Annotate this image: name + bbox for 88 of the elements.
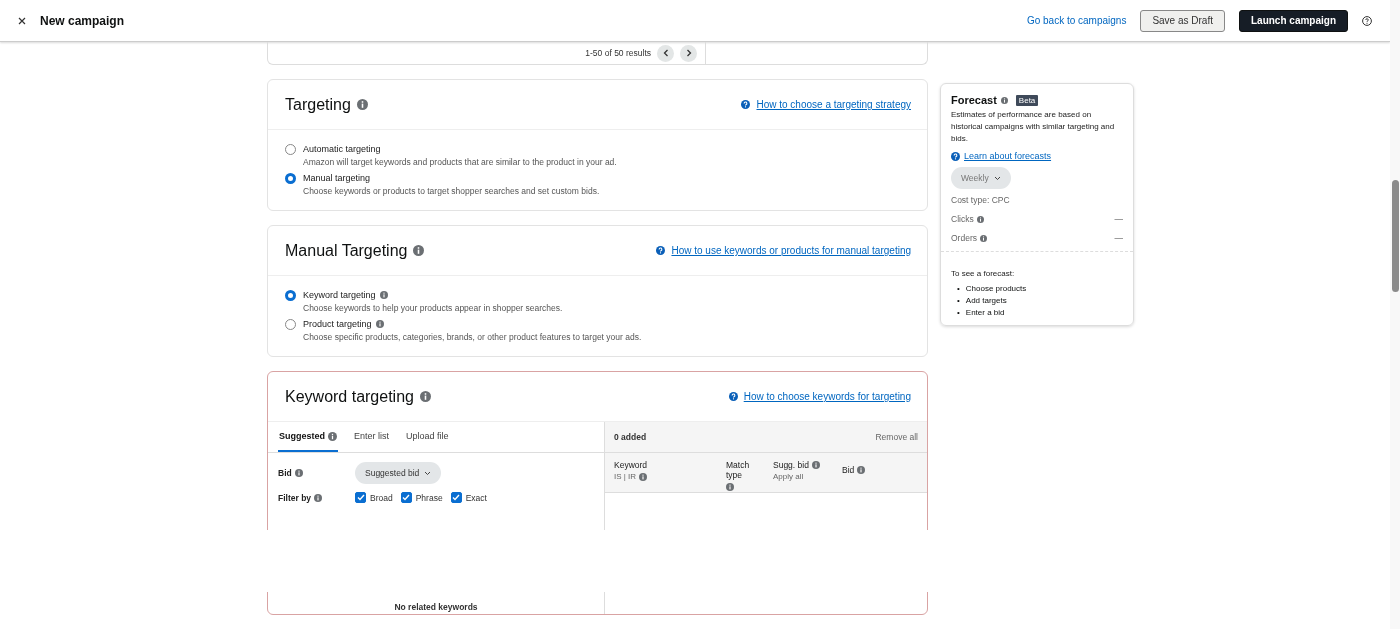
info-icon <box>413 245 425 256</box>
info-icon <box>639 472 648 481</box>
info-icon <box>375 320 384 328</box>
checkbox[interactable] <box>355 492 366 503</box>
info-icon <box>294 469 303 477</box>
info-icon <box>811 461 820 469</box>
back-link[interactable]: Go back to campaigns <box>1026 15 1127 26</box>
chevron-right-icon <box>685 49 692 57</box>
save-draft-button[interactable]: Save as Draft <box>1140 9 1225 32</box>
forecast-hint: To see a forecast: <box>951 269 1015 278</box>
column-subtitle: Apply all <box>773 472 805 481</box>
forecast-step: Enter a bid <box>965 307 1005 319</box>
launch-button[interactable]: Launch campaign <box>1239 9 1348 32</box>
checkbox-label: Phrase <box>415 492 443 503</box>
column-header: Match type <box>726 460 766 491</box>
tab[interactable]: Upload file <box>405 422 450 452</box>
scrollbar[interactable] <box>1390 0 1400 629</box>
radio-button[interactable] <box>285 319 296 330</box>
help-icon[interactable] <box>1362 15 1372 26</box>
empty-message: No related keywords <box>394 602 478 612</box>
info-icon <box>419 391 431 402</box>
remove-all-link[interactable]: Remove all <box>875 432 918 442</box>
info-icon <box>976 215 984 223</box>
section-title: Targeting <box>285 95 351 114</box>
metric-label: Orders <box>951 233 987 243</box>
column-header: Bid <box>842 465 918 475</box>
help-link[interactable]: How to choose a targeting strategy <box>756 99 911 110</box>
radio-button[interactable] <box>285 290 296 301</box>
period-dropdown[interactable]: Weekly <box>951 167 1011 189</box>
radio-button[interactable] <box>285 173 296 184</box>
metric-label: Clicks <box>951 214 984 224</box>
info-icon <box>1000 96 1008 104</box>
section-title: Keyword targeting <box>285 387 414 406</box>
option-label: Product targeting <box>303 319 372 329</box>
option-description: Choose keywords to help your products appear in shopper searches. <box>303 303 564 313</box>
bullet-marker: • <box>957 307 960 319</box>
bullet-marker: • <box>957 295 960 307</box>
tab[interactable]: Enter list <box>353 422 391 452</box>
option-description: Choose specific products, categories, brands, or other product features to target your ads. <box>303 332 643 342</box>
bid-label: Bid <box>278 468 355 478</box>
info-icon <box>980 234 987 242</box>
info-icon <box>356 99 368 110</box>
option-description: Choose keywords or products to target shopper searches and set custom bids. <box>303 186 601 196</box>
page-title: New campaign <box>40 13 125 28</box>
caret-icon <box>424 470 432 476</box>
close-icon[interactable] <box>18 16 26 25</box>
bullet-marker: • <box>957 283 960 295</box>
beta-badge: Beta <box>1015 94 1039 106</box>
added-count: 0 added <box>614 432 647 442</box>
info-icon <box>379 291 388 299</box>
info-icon <box>857 466 866 474</box>
tab[interactable]: Suggested <box>278 422 338 452</box>
help-link[interactable]: How to use keywords or products for manual targeting <box>671 245 911 256</box>
section-title: Manual Targeting <box>285 241 408 260</box>
radio-button[interactable] <box>285 144 296 155</box>
column-subtitle: IS | IR <box>614 472 726 481</box>
checkbox-label: Exact <box>465 492 487 503</box>
checkbox-label: Broad <box>370 492 393 503</box>
previous-page-button[interactable] <box>657 44 674 62</box>
help-icon <box>741 100 751 109</box>
forecast-description: Estimates of performance are based on historical campaigns with similar targeting and bids. <box>951 109 1116 145</box>
forecast-step: Choose products <box>965 283 1027 295</box>
help-icon <box>951 151 960 161</box>
column-header: Keyword <box>614 460 649 470</box>
option-description: Amazon will target keywords and products that are similar to the product in your ad. <box>303 157 618 167</box>
next-page-button[interactable] <box>680 44 697 62</box>
info-icon <box>328 431 337 441</box>
caret-icon <box>993 175 1001 181</box>
option-label: Automatic targeting <box>303 144 381 154</box>
option-label: Keyword targeting <box>303 290 376 300</box>
bid-dropdown[interactable]: Suggested bid <box>355 462 442 484</box>
chevron-left-icon <box>662 49 669 57</box>
forecast-link[interactable]: Learn about forecasts <box>964 151 1052 161</box>
checkbox[interactable] <box>400 492 412 503</box>
info-icon <box>314 493 323 502</box>
metric-value: — <box>1114 233 1123 243</box>
option-label: Manual targeting <box>303 173 371 183</box>
forecast-title: Forecast <box>951 94 997 106</box>
help-link[interactable]: How to choose keywords for targeting <box>743 391 911 402</box>
forecast-step: Add targets <box>965 295 1007 307</box>
help-icon <box>728 392 738 401</box>
help-icon <box>656 246 666 255</box>
metric-value: — <box>1114 214 1123 224</box>
column-header: Sugg. bid <box>773 460 842 470</box>
results-count: 1-50 of 50 results <box>585 48 651 58</box>
checkbox[interactable] <box>450 492 462 503</box>
cost-type: Cost type: CPC <box>951 195 1011 205</box>
filter-label: Filter by <box>278 492 355 503</box>
